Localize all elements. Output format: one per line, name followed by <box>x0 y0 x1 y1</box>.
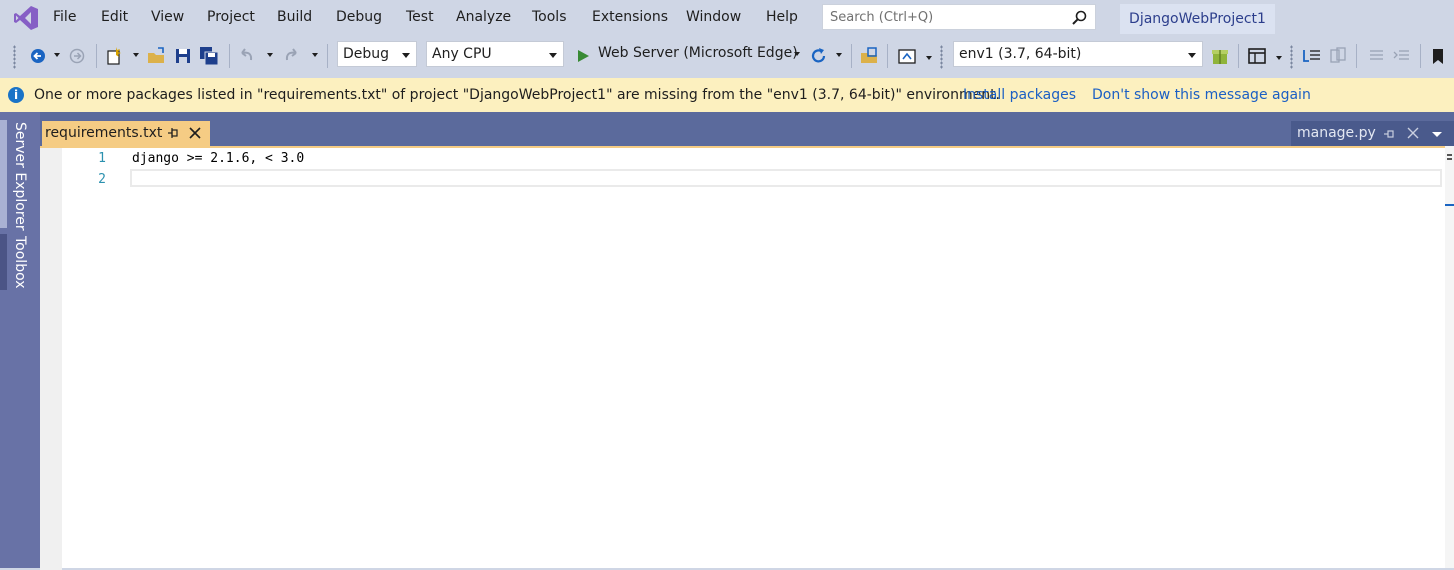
separator <box>851 44 852 68</box>
info-icon: i <box>8 87 24 103</box>
dont-show-again-link[interactable]: Don't show this message again <box>1092 87 1311 103</box>
menu-window[interactable]: Window <box>686 9 741 25</box>
project-name-badge[interactable]: DjangoWebProject1 <box>1120 4 1275 34</box>
separator <box>1238 44 1239 68</box>
refresh-dropdown-icon[interactable] <box>836 53 842 57</box>
caret-position-marker <box>1445 204 1454 206</box>
solution-platform-combo[interactable]: Any CPU <box>426 41 564 67</box>
pin-icon[interactable] <box>167 127 179 139</box>
start-debugging-icon[interactable] <box>573 45 595 67</box>
separator <box>229 44 230 68</box>
undo-dropdown-icon[interactable] <box>267 53 273 57</box>
split-handle-icon[interactable] <box>1447 154 1452 156</box>
new-project-icon[interactable] <box>104 45 126 67</box>
toolbar-grip[interactable] <box>1290 45 1293 69</box>
line-number: 2 <box>98 172 106 187</box>
server-explorer-tab[interactable]: Server Explorer <box>8 122 28 231</box>
redo-icon[interactable] <box>280 45 302 67</box>
menu-test[interactable]: Test <box>406 9 434 25</box>
bookmark-icon[interactable] <box>1428 45 1450 67</box>
menu-tools[interactable]: Tools <box>532 9 567 25</box>
layout-dropdown-icon[interactable] <box>1276 56 1282 60</box>
menu-debug[interactable]: Debug <box>336 9 382 25</box>
save-all-icon[interactable] <box>198 45 220 67</box>
save-icon[interactable] <box>172 45 194 67</box>
comment-out-icon[interactable] <box>1301 45 1323 67</box>
indicator-margin <box>40 148 62 570</box>
menu-help[interactable]: Help <box>766 9 798 25</box>
tab-title: requirements.txt <box>45 125 163 141</box>
code-line[interactable]: django >= 2.1.6, < 3.0 <box>132 151 304 166</box>
configuration-value: Debug <box>343 46 390 62</box>
platform-value: Any CPU <box>432 46 492 62</box>
menu-bar: File Edit View Project Build Debug Test … <box>0 0 1454 36</box>
menu-view[interactable]: View <box>151 9 184 25</box>
menu-project[interactable]: Project <box>207 9 255 25</box>
split-handle-icon <box>1447 158 1452 160</box>
open-folder-icon[interactable] <box>146 45 168 67</box>
solution-configuration-combo[interactable]: Debug <box>337 41 417 67</box>
infobar-message: One or more packages listed in "requirem… <box>34 87 1001 103</box>
navigate-forward-icon[interactable] <box>66 45 88 67</box>
tab-manage-py[interactable]: manage.py <box>1291 121 1454 146</box>
browser-link-dropdown-icon[interactable] <box>926 56 932 60</box>
run-target-button[interactable]: Web Server (Microsoft Edge) <box>598 45 798 61</box>
layout-icon[interactable] <box>1246 45 1268 67</box>
run-target-dropdown-icon[interactable] <box>794 52 800 56</box>
search-placeholder: Search (Ctrl+Q) <box>830 10 934 25</box>
install-packages-link[interactable]: Install packages <box>963 87 1076 103</box>
separator <box>1420 44 1421 68</box>
vertical-scrollbar[interactable] <box>1445 146 1454 568</box>
python-packages-icon[interactable] <box>1209 45 1231 67</box>
separator <box>96 44 97 68</box>
visual-studio-logo-icon[interactable] <box>13 5 39 31</box>
chevron-down-icon <box>1188 53 1196 58</box>
menu-analyze[interactable]: Analyze <box>456 9 511 25</box>
environment-value: env1 (3.7, 64-bit) <box>959 46 1082 62</box>
server-explorer-tab-indicator <box>0 120 7 228</box>
separator <box>887 44 888 68</box>
missing-packages-infobar: i One or more packages listed in "requir… <box>0 78 1454 112</box>
toolbar-grip[interactable] <box>940 45 943 69</box>
menu-build[interactable]: Build <box>277 9 312 25</box>
navigate-back-icon[interactable] <box>27 45 49 67</box>
current-line-highlight <box>130 169 1442 187</box>
line-number: 1 <box>98 151 106 166</box>
toolbar-grip[interactable] <box>13 45 16 69</box>
menu-extensions[interactable]: Extensions <box>592 9 668 25</box>
new-dropdown-icon[interactable] <box>133 53 139 57</box>
redo-dropdown-icon[interactable] <box>312 53 318 57</box>
refresh-icon[interactable] <box>808 45 830 67</box>
python-environment-combo[interactable]: env1 (3.7, 64-bit) <box>953 41 1203 67</box>
menu-edit[interactable]: Edit <box>101 9 128 25</box>
text-editor[interactable]: 1 django >= 2.1.6, < 3.0 2 <box>40 146 1445 570</box>
decrease-indent-icon[interactable] <box>1365 45 1387 67</box>
browser-link-icon[interactable] <box>896 45 918 67</box>
document-tab-well: requirements.txt manage.py <box>40 112 1454 146</box>
separator <box>327 44 328 68</box>
close-icon[interactable] <box>1407 127 1419 139</box>
tab-requirements-txt[interactable]: requirements.txt <box>42 121 210 146</box>
find-in-files-icon[interactable] <box>859 45 881 67</box>
back-dropdown-icon[interactable] <box>54 53 60 57</box>
chevron-down-icon <box>549 53 557 58</box>
search-box[interactable]: Search (Ctrl+Q) <box>822 4 1096 30</box>
tab-title: manage.py <box>1297 125 1376 141</box>
uncomment-icon[interactable] <box>1327 45 1349 67</box>
close-icon[interactable] <box>189 127 201 139</box>
toolbox-tab[interactable]: Toolbox <box>8 236 28 289</box>
tab-list-dropdown-icon[interactable] <box>1432 132 1442 137</box>
left-tool-window-rail: Server Explorer Toolbox <box>0 112 40 568</box>
menu-file[interactable]: File <box>53 9 76 25</box>
separator <box>1356 44 1357 68</box>
standard-toolbar: Debug Any CPU Web Server (Microsoft Edge… <box>0 36 1454 78</box>
undo-icon[interactable] <box>236 45 258 67</box>
toolbox-tab-indicator <box>0 234 7 290</box>
chevron-down-icon <box>402 53 410 58</box>
increase-indent-icon[interactable] <box>1391 45 1413 67</box>
search-icon[interactable] <box>1071 10 1087 26</box>
pin-icon[interactable] <box>1383 128 1395 140</box>
